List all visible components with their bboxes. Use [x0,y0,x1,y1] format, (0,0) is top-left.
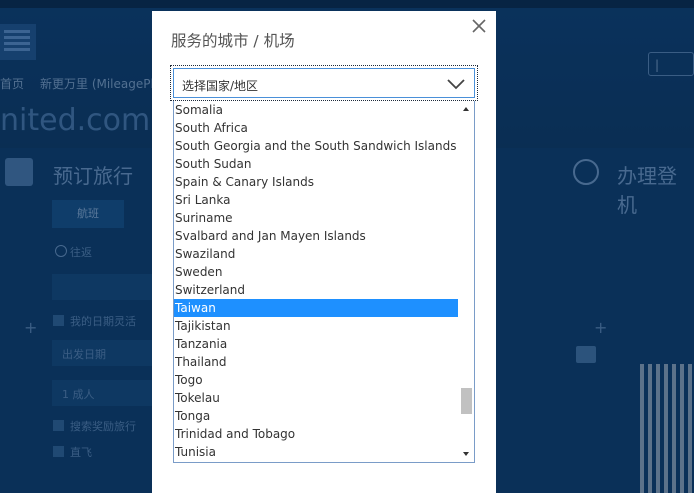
arrow-down-icon [463,452,469,456]
list-item[interactable]: South Africa [174,119,458,137]
country-select[interactable]: 选择国家/地区 [170,65,478,101]
scroll-down-button[interactable] [458,446,474,462]
list-item[interactable]: Swaziland [174,245,458,263]
scroll-up-button[interactable] [458,101,474,117]
list-item[interactable]: Sweden [174,263,458,281]
chevron-down-icon [447,79,465,90]
modal-title: 服务的城市 / 机场 [171,32,295,50]
list-item[interactable]: Somalia [174,101,458,119]
list-item[interactable]: Thailand [174,353,458,371]
list-item[interactable]: South Georgia and the South Sandwich Isl… [174,137,458,155]
scrollbar[interactable] [458,101,474,462]
close-icon [472,19,486,33]
list-item[interactable]: Taiwan [174,299,458,317]
list-item[interactable]: Svalbard and Jan Mayen Islands [174,227,458,245]
list-item[interactable]: Tunisia [174,443,458,461]
list-item[interactable]: South Sudan [174,155,458,173]
list-item[interactable]: Trinidad and Tobago [174,425,458,443]
arrow-up-icon [463,107,469,111]
country-modal: 服务的城市 / 机场 选择国家/地区 Somalia South Africa So… [152,11,496,493]
list-item[interactable]: Tanzania [174,335,458,353]
list-item[interactable]: Tokelau [174,389,458,407]
list-item[interactable]: Sri Lanka [174,191,458,209]
list-item[interactable]: Togo [174,371,458,389]
list-item[interactable]: Tajikistan [174,317,458,335]
list-item[interactable]: Spain & Canary Islands [174,173,458,191]
country-list: Somalia South Africa South Georgia and the… [174,101,458,461]
list-item[interactable]: Suriname [174,209,458,227]
select-value: 选择国家/地区 [182,79,259,93]
close-button[interactable] [470,17,488,35]
list-item[interactable]: Tonga [174,407,458,425]
country-listbox[interactable]: Somalia South Africa South Georgia and the… [173,101,475,463]
scroll-thumb[interactable] [461,388,472,414]
list-item[interactable]: Switzerland [174,281,458,299]
